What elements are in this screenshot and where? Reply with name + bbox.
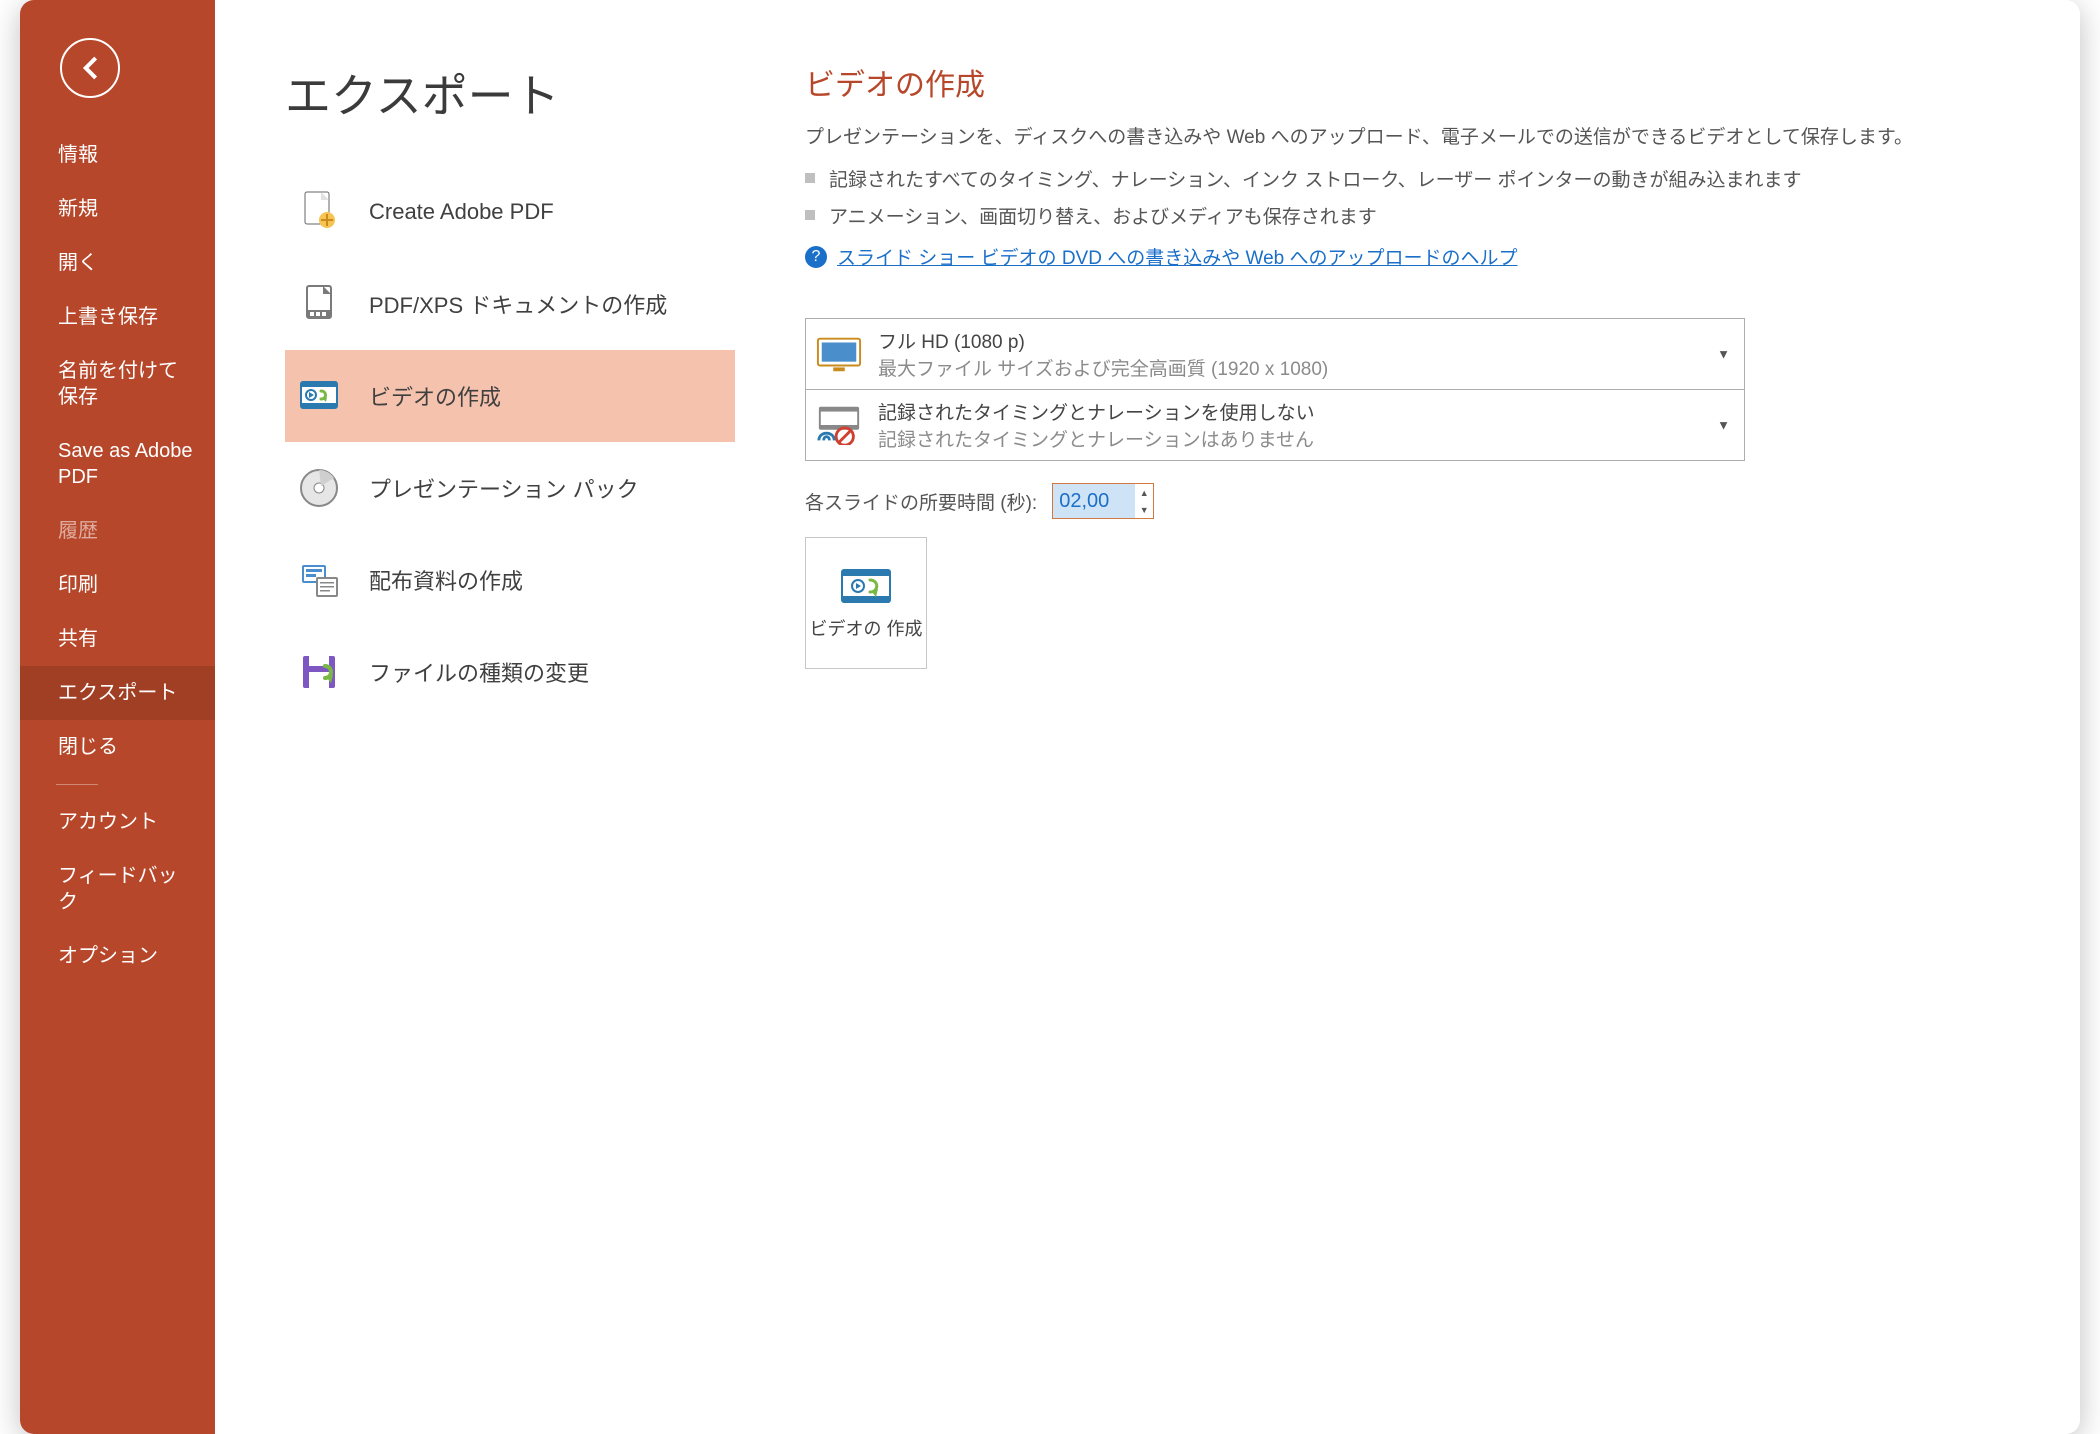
page-title: エクスポート [285,60,735,126]
quality-dropdown[interactable]: フル HD (1080 p) 最大ファイル サイズおよび完全高画質 (1920 … [805,318,1745,390]
detail-title: ビデオの作成 [805,60,2040,104]
create-video-label: ビデオの 作成 [809,618,922,641]
side-export[interactable]: エクスポート [20,666,215,720]
quality-line1: フル HD (1080 p) [878,327,1328,354]
video-icon [295,372,343,420]
detail-description: プレゼンテーションを、ディスクへの書き込みや Web へのアップロード、電子メー… [805,122,2040,149]
timing-dropdown[interactable]: 記録されたタイミングとナレーションを使用しない 記録されたタイミングとナレーショ… [805,390,1745,461]
export-label: Create Adobe PDF [369,199,554,225]
export-handouts[interactable]: 配布資料の作成 [285,534,735,626]
side-close[interactable]: 閉じる [20,720,215,774]
create-video-icon [838,564,894,610]
side-save-adobe[interactable]: Save as Adobe PDF [20,424,215,504]
export-pdf-xps[interactable]: PDF/XPS ドキュメントの作成 [285,258,735,350]
side-info[interactable]: 情報 [20,128,215,182]
pdf-xps-icon [295,280,343,328]
detail-panel: ビデオの作成 プレゼンテーションを、ディスクへの書き込みや Web へのアップロ… [735,60,2040,1394]
adobe-pdf-icon [295,188,343,236]
arrow-left-icon [73,51,107,85]
bullet-icon [805,173,815,183]
export-label: ファイルの種類の変更 [369,656,589,688]
cd-icon [295,464,343,512]
side-new[interactable]: 新規 [20,182,215,236]
export-create-adobe-pdf[interactable]: Create Adobe PDF [285,166,735,258]
help-row: ? スライド ショー ビデオの DVD への書き込みや Web へのアップロード… [805,243,2040,270]
export-label: 配布資料の作成 [369,564,523,596]
side-print[interactable]: 印刷 [20,558,215,612]
bullet-icon [805,210,815,220]
side-open[interactable]: 開く [20,236,215,290]
export-label: PDF/XPS ドキュメントの作成 [369,288,667,320]
side-save[interactable]: 上書き保存 [20,290,215,344]
quality-line2: 最大ファイル サイズおよび完全高画質 (1920 x 1080) [878,354,1328,381]
seconds-spinner[interactable]: ▲ ▼ [1052,483,1154,519]
side-account[interactable]: アカウント [20,795,215,849]
side-feedback[interactable]: フィードバック [20,849,215,929]
seconds-per-slide-label: 各スライドの所要時間 (秒): [805,488,1037,515]
export-list: Create Adobe PDF PDF/XPS ドキュメントの作成 ビデオの作… [285,166,735,718]
narration-off-icon [816,405,862,445]
export-label: ビデオの作成 [369,380,501,412]
export-change-type[interactable]: ファイルの種類の変更 [285,626,735,718]
side-history: 履歴 [20,504,215,558]
help-icon: ? [805,246,827,268]
back-button[interactable] [60,38,120,98]
export-create-video[interactable]: ビデオの作成 [285,350,735,442]
main-panel: エクスポート Create Adobe PDF PDF/XPS ドキュメントの作… [215,0,2080,1434]
help-link[interactable]: スライド ショー ビデオの DVD への書き込みや Web へのアップロードのヘ… [837,243,1518,270]
backstage-sidebar: 情報 新規 開く 上書き保存 名前を付けて保存 Save as Adobe PD… [20,0,215,1434]
timing-line1: 記録されたタイミングとナレーションを使用しない [878,398,1315,425]
timing-line2: 記録されたタイミングとナレーションはありません [878,425,1315,452]
export-package[interactable]: プレゼンテーション パック [285,442,735,534]
export-label: プレゼンテーション パック [369,472,639,504]
spin-down-icon[interactable]: ▼ [1135,501,1153,518]
detail-bullet: 記録されたすべてのタイミング、ナレーション、インク ストローク、レーザー ポイン… [805,165,2040,192]
side-saveas[interactable]: 名前を付けて保存 [20,344,215,424]
create-video-button[interactable]: ビデオの 作成 [805,537,927,669]
seconds-input[interactable] [1053,484,1135,518]
chevron-down-icon: ▼ [1717,418,1730,433]
monitor-icon [816,334,862,374]
spin-up-icon[interactable]: ▲ [1135,484,1153,501]
side-options[interactable]: オプション [20,929,215,983]
sidebar-separator [56,784,98,785]
handout-icon [295,556,343,604]
save-change-icon [295,648,343,696]
chevron-down-icon: ▼ [1717,347,1730,362]
side-share[interactable]: 共有 [20,612,215,666]
detail-bullet: アニメーション、画面切り替え、およびメディアも保存されます [805,202,2040,229]
